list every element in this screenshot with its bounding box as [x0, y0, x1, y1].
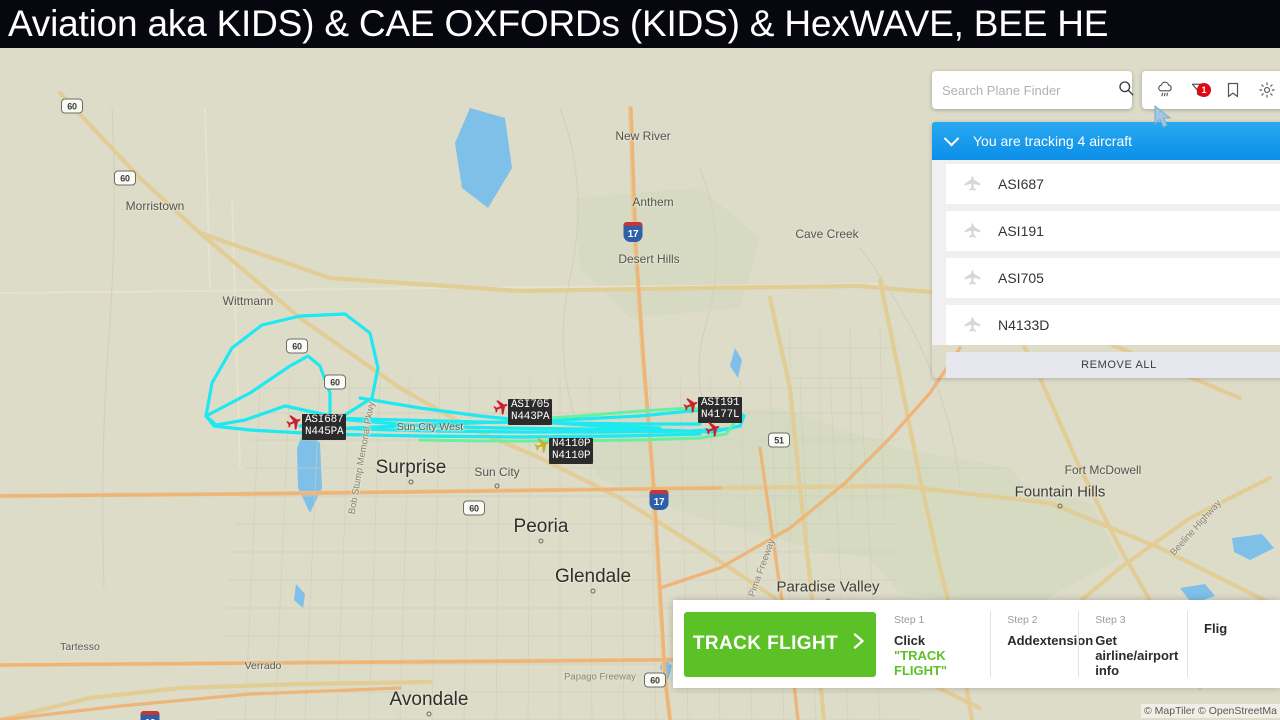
tracked-aircraft-row[interactable]: ASI705	[946, 258, 1280, 298]
aircraft-marker-icon[interactable]	[283, 413, 303, 438]
search-icon[interactable]	[1118, 80, 1134, 101]
tracked-aircraft-row[interactable]: ASI687	[946, 164, 1280, 204]
map-toolbar[interactable]: 1	[1142, 71, 1280, 109]
map-city-dot	[1057, 503, 1063, 509]
promo-step-number: Step 2	[1007, 614, 1038, 626]
highway-shield-icon: 17	[623, 222, 643, 242]
aircraft-marker-icon[interactable]	[680, 396, 700, 421]
tracked-aircraft-callsign: ASI191	[998, 223, 1044, 239]
promo-step-number: Step 1	[894, 614, 925, 626]
promo-step: Step 3 Get airline/airport info	[1078, 611, 1187, 678]
aircraft-marker-icon[interactable]	[531, 436, 551, 461]
promo-bar: TRACK FLIGHT Step 1 Click "TRACK FLIGHT" S…	[673, 600, 1280, 688]
map-attribution[interactable]: © MapTiler © OpenStreetMa	[1141, 704, 1280, 718]
map-city-dot	[590, 588, 596, 594]
highway-shield-icon: 17	[649, 490, 669, 510]
remove-all-button[interactable]: REMOVE ALL	[946, 352, 1280, 378]
highway-shield-icon: 60	[114, 170, 136, 186]
filter-badge-count: 1	[1197, 83, 1211, 97]
track-flight-label: TRACK FLIGHT	[692, 633, 839, 654]
tracking-panel-header[interactable]: You are tracking 4 aircraft	[932, 122, 1280, 160]
promo-step-line1: Flig	[1204, 621, 1228, 636]
aircraft-label[interactable]: N4110P N4110P	[549, 438, 594, 464]
search-input[interactable]	[942, 82, 1118, 98]
promo-step-highlight: "TRACK FLIGHT"	[894, 648, 948, 678]
promo-step-text: Addextension	[1007, 633, 1093, 648]
app-root: Aviation aka KIDS) & CAE OXFORDs (KIDS) …	[0, 0, 1280, 720]
tracking-panel[interactable]: You are tracking 4 aircraft ASI687 ASI191…	[932, 122, 1280, 378]
chevron-down-icon[interactable]	[943, 130, 960, 146]
promo-step-text: Get airline/airport info	[1095, 633, 1178, 678]
plane-icon	[946, 221, 998, 242]
map-city-dot	[408, 479, 414, 485]
highway-shield-icon: 60	[324, 374, 346, 390]
highway-shield-icon: 60	[286, 338, 308, 354]
tracking-list: ASI687 ASI191 ASI705 N4133D	[932, 160, 1280, 345]
tracking-panel-title: You are tracking 4 aircraft	[973, 133, 1133, 149]
aircraft-label[interactable]: ASI705 N443PA	[508, 399, 553, 425]
banner-title-text: Aviation aka KIDS) & CAE OXFORDs (KIDS) …	[8, 3, 1109, 44]
search-box[interactable]	[932, 71, 1134, 109]
map-city-dot	[538, 538, 544, 544]
tracked-aircraft-row[interactable]: N4133D	[946, 305, 1280, 345]
highway-shield-icon: 51	[768, 432, 790, 448]
map-city-dot	[494, 483, 500, 489]
highway-shield-icon: 60	[463, 500, 485, 516]
tracked-aircraft-callsign: N4133D	[998, 317, 1050, 333]
promo-step-text: Flig	[1204, 621, 1265, 636]
filter-funnel-icon[interactable]: 1	[1190, 81, 1211, 99]
tracked-aircraft-callsign: ASI687	[998, 176, 1044, 192]
tracked-aircraft-callsign: ASI705	[998, 270, 1044, 286]
promo-steps: Step 1 Click "TRACK FLIGHT" Step 2 Addexten…	[876, 611, 1275, 678]
promo-step: Step 2 Addextension	[990, 611, 1093, 677]
chevron-right-icon	[852, 631, 867, 657]
promo-step-text: Click "TRACK FLIGHT"	[894, 633, 980, 678]
highway-shield-icon: 60	[61, 98, 83, 114]
highway-shield-icon: 10	[140, 711, 160, 720]
weather-cloud-icon[interactable]	[1156, 81, 1174, 99]
highway-shield-icon: 60	[644, 672, 666, 688]
settings-gear-icon[interactable]	[1258, 81, 1276, 99]
tracked-aircraft-row[interactable]: ASI191	[946, 211, 1280, 251]
promo-step: Step 1 Click "TRACK FLIGHT"	[876, 611, 990, 678]
bookmark-icon[interactable]	[1224, 81, 1242, 99]
aircraft-marker-icon[interactable]	[490, 398, 510, 423]
promo-step-line1: Get airline/	[1095, 633, 1138, 663]
video-title-banner: Aviation aka KIDS) & CAE OXFORDs (KIDS) …	[0, 0, 1280, 48]
plane-icon	[946, 315, 998, 336]
aircraft-marker-icon[interactable]	[702, 420, 722, 445]
promo-step-number: Step 3	[1095, 614, 1126, 626]
aircraft-label[interactable]: ASI687 N445PA	[302, 414, 347, 440]
promo-step-line1: Click	[894, 633, 926, 648]
promo-step: Flig	[1187, 611, 1275, 677]
plane-icon	[946, 174, 998, 195]
map-city-dot	[426, 711, 432, 717]
promo-step-line1: Add	[1007, 633, 1033, 648]
plane-icon	[946, 268, 998, 289]
track-flight-button[interactable]: TRACK FLIGHT	[684, 611, 876, 677]
